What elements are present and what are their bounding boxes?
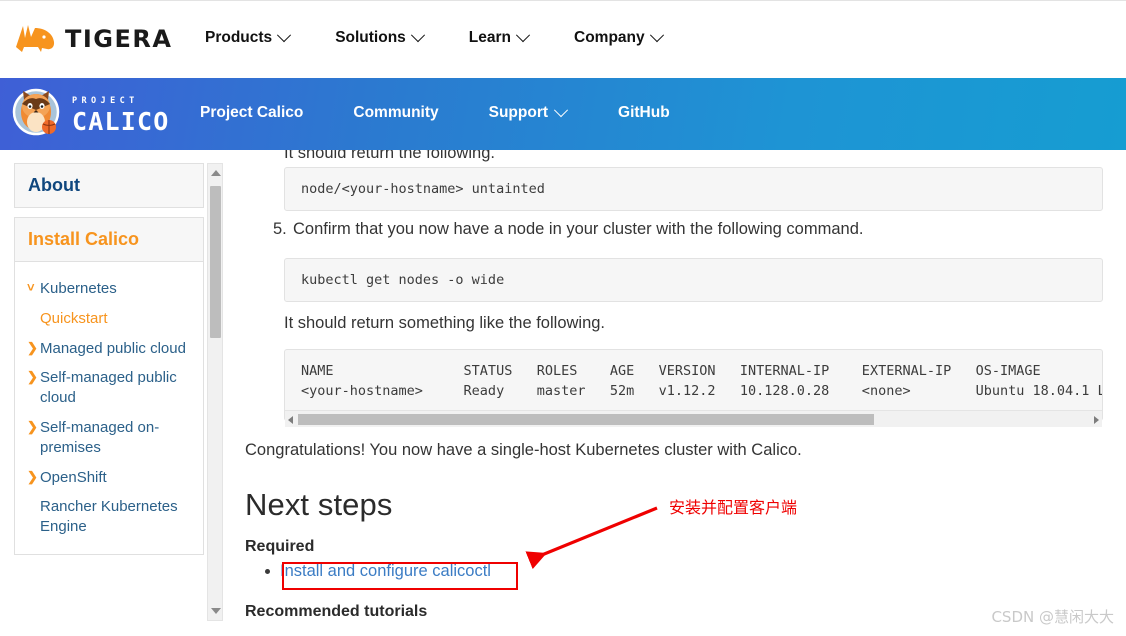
tigera-logo[interactable]: TIGERA xyxy=(14,23,172,55)
sidebar-item-kubernetes-label: Kubernetes xyxy=(40,280,117,297)
sidebar-item-self-managed-on-premises[interactable]: ❯ Self-managed on-premises xyxy=(15,413,203,463)
calico-nav-project-calico[interactable]: Project Calico xyxy=(200,104,303,122)
code-line: node/<your-hostname> untainted xyxy=(301,181,545,197)
list-number: 5. xyxy=(273,220,287,238)
calico-nav-project-calico-label: Project Calico xyxy=(200,104,304,121)
calico-nav: Project Calico Community Support GitHub xyxy=(200,103,670,122)
tigera-nav: Products Solutions Learn Company xyxy=(205,28,664,47)
sidebar-item-about[interactable]: About xyxy=(14,163,204,208)
tigera-nav-products[interactable]: Products xyxy=(205,28,292,47)
tigera-nav-company[interactable]: Company xyxy=(574,28,664,47)
tigera-nav-learn[interactable]: Learn xyxy=(468,28,531,47)
sidebar-item-kubernetes[interactable]: ˅ Kubernetes xyxy=(15,274,203,304)
scroll-left-arrow-icon[interactable] xyxy=(288,416,293,424)
sidebar-scrollbar-thumb[interactable] xyxy=(210,186,221,338)
sidebar-scrollbar[interactable] xyxy=(207,163,223,621)
tigera-nav-solutions[interactable]: Solutions xyxy=(335,28,425,47)
bullet-dot-icon xyxy=(265,569,270,574)
sidebar-item-self-managed-public-cloud-label: Self-managed public cloud xyxy=(40,369,177,407)
sidebar-item-openshift-label: OpenShift xyxy=(40,468,107,486)
tigera-wordmark: TIGERA xyxy=(65,25,173,53)
code-block-untainted[interactable]: node/<your-hostname> untainted xyxy=(284,167,1103,211)
calico-nav-github-label: GitHub xyxy=(618,104,670,121)
sidebar-item-quickstart[interactable]: Quickstart xyxy=(15,304,203,334)
sidebar-item-rancher-kubernetes-engine-label: Rancher Kubernetes Engine xyxy=(40,498,178,536)
chevron-down-icon xyxy=(410,28,425,43)
code-block-horizontal-scrollbar[interactable] xyxy=(285,410,1102,427)
docs-content: It should return the following. node/<yo… xyxy=(245,150,1115,636)
chevron-down-icon xyxy=(515,28,531,43)
docs-page: About Install Calico ˅ Kubernetes Quicks… xyxy=(0,150,1126,636)
calico-cat-mascot-icon xyxy=(10,86,64,145)
list-item: Install and configure calicoctl xyxy=(265,562,491,581)
table-row: <your-hostname> Ready master 52m v1.12.2… xyxy=(301,382,1103,399)
sidebar-item-self-managed-public-cloud[interactable]: ❯ Self-managed public cloud xyxy=(15,363,203,413)
docs-sidebar: About Install Calico ˅ Kubernetes Quicks… xyxy=(14,163,204,555)
chevron-down-icon xyxy=(553,103,569,118)
calico-nav-support-label: Support xyxy=(488,104,549,121)
table-header-row: NAME STATUS ROLES AGE VERSION INTERNAL-I… xyxy=(301,363,1041,379)
scroll-up-arrow-icon[interactable] xyxy=(211,170,221,176)
tigera-nav-products-label: Products xyxy=(205,29,273,46)
calico-nav-community[interactable]: Community xyxy=(353,104,438,122)
sidebar-item-quickstart-label: Quickstart xyxy=(40,309,108,327)
calico-logo[interactable]: PROJECT CALICO xyxy=(10,86,170,145)
subheading-required: Required xyxy=(245,538,315,555)
code-line: kubectl get nodes -o wide xyxy=(301,272,505,288)
subheading-recommended-tutorials: Recommended tutorials xyxy=(245,603,428,620)
tigera-header: TIGERA Products Solutions Learn Company xyxy=(0,0,1126,78)
congratulations-text: Congratulations! You now have a single-h… xyxy=(245,441,802,459)
sidebar-item-install-calico[interactable]: Install Calico xyxy=(14,217,204,262)
chevron-down-icon xyxy=(649,28,664,43)
scroll-down-arrow-icon[interactable] xyxy=(211,608,221,614)
chevron-down-icon xyxy=(277,28,292,43)
list-item-text: Confirm that you now have a node in your… xyxy=(293,220,864,238)
scroll-right-arrow-icon[interactable] xyxy=(1094,416,1099,424)
clipped-intro-text: It should return the following. xyxy=(284,150,495,162)
chevron-right-icon: ❯ xyxy=(27,369,38,385)
sidebar-item-self-managed-on-premises-label: Self-managed on-premises xyxy=(40,418,160,456)
ordered-list-item-5: 5. Confirm that you now have a node in yo… xyxy=(273,220,863,239)
tigera-nav-learn-label: Learn xyxy=(468,29,512,46)
sidebar-item-openshift[interactable]: ❯ OpenShift xyxy=(15,463,203,493)
calico-logo-name-text: CALICO xyxy=(72,106,170,136)
tiger-head-icon xyxy=(14,23,56,55)
calico-navbar: PROJECT CALICO Project Calico Community … xyxy=(0,78,1126,150)
sidebar-item-rancher-kubernetes-engine[interactable]: Rancher Kubernetes Engine xyxy=(15,492,203,542)
calico-nav-support[interactable]: Support xyxy=(488,103,569,122)
return-description-text: It should return something like the foll… xyxy=(284,314,606,332)
chevron-right-icon: ❯ xyxy=(27,418,38,434)
calico-nav-github[interactable]: GitHub xyxy=(618,104,670,122)
calico-nav-community-label: Community xyxy=(353,104,439,121)
sidebar-item-managed-public-cloud-label: Managed public cloud xyxy=(40,339,186,357)
chevron-right-icon: ❯ xyxy=(27,339,38,355)
install-configure-calicoctl-link[interactable]: Install and configure calicoctl xyxy=(280,562,491,581)
calico-logo-project-text: PROJECT xyxy=(72,96,139,107)
chevron-down-icon: ˅ xyxy=(27,280,35,295)
code-scrollbar-thumb[interactable] xyxy=(298,414,874,425)
sidebar-item-managed-public-cloud[interactable]: ❯ Managed public cloud xyxy=(15,334,203,364)
tigera-nav-company-label: Company xyxy=(574,29,645,46)
tigera-nav-solutions-label: Solutions xyxy=(335,29,406,46)
page-title-next-steps: Next steps xyxy=(245,487,393,522)
chevron-right-icon: ❯ xyxy=(27,468,38,484)
sidebar-tree: ˅ Kubernetes Quickstart ❯ Managed public… xyxy=(14,262,204,555)
code-block-get-nodes[interactable]: kubectl get nodes -o wide xyxy=(284,258,1103,302)
